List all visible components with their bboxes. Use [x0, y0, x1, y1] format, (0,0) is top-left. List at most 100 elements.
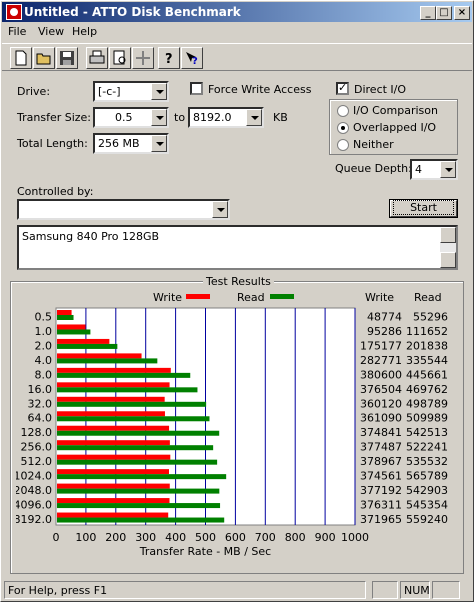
category-label: 512.0	[21, 455, 53, 468]
kb-label: KB	[273, 111, 288, 124]
write-bar	[57, 498, 170, 504]
close-button[interactable]: ×	[454, 6, 470, 20]
write-value: 48774	[367, 310, 402, 323]
write-value: 95286	[367, 325, 402, 338]
write-bar	[57, 425, 170, 431]
to-label: to	[174, 111, 186, 124]
category-label: 4.0	[35, 354, 53, 367]
status-num: NUM	[400, 581, 430, 599]
write-bar	[57, 469, 169, 475]
read-bar	[57, 358, 158, 364]
chevron-down-icon[interactable]	[246, 109, 262, 126]
category-label: 32.0	[28, 397, 53, 410]
write-value: 360120	[360, 397, 402, 410]
menu-help[interactable]: Help	[72, 25, 97, 38]
queue-depth-select[interactable]: 4	[410, 159, 458, 180]
print-icon[interactable]	[86, 47, 108, 69]
new-file-icon[interactable]	[10, 47, 32, 69]
open-folder-icon[interactable]	[33, 47, 55, 69]
legend-write-swatch	[186, 294, 210, 299]
write-value: 377192	[360, 484, 402, 497]
start-button-label: Start	[393, 200, 454, 215]
read-value: 509989	[406, 412, 448, 425]
category-label: 0.5	[35, 310, 53, 323]
minimize-button[interactable]: _	[420, 6, 436, 20]
status-panel-caps	[372, 581, 398, 599]
scroll-down-icon[interactable]	[440, 252, 456, 268]
write-value: 374841	[360, 426, 402, 439]
read-bar	[57, 343, 118, 349]
controlled-by-select[interactable]	[17, 199, 230, 220]
chevron-down-icon[interactable]	[151, 109, 167, 126]
print-preview-icon[interactable]	[109, 47, 131, 69]
read-bar	[57, 372, 191, 378]
chevron-down-icon[interactable]	[212, 201, 228, 218]
chevron-down-icon[interactable]	[151, 135, 167, 152]
transfer-to-value: 8192.0	[193, 111, 232, 124]
transfer-from-value: 0.5	[115, 111, 133, 124]
read-value: 522241	[406, 441, 448, 454]
description-scrollbar[interactable]	[440, 227, 456, 268]
save-icon[interactable]	[56, 47, 78, 69]
x-tick-label: 300	[135, 531, 156, 544]
transfer-from-select[interactable]: 0.5	[93, 107, 169, 128]
maximize-button[interactable]: □	[436, 6, 452, 20]
read-bar	[57, 488, 220, 494]
drive-select[interactable]: [-c-]	[93, 81, 169, 102]
neither-radio[interactable]	[337, 139, 349, 151]
io-comparison-radio[interactable]	[337, 105, 349, 117]
read-value: 535532	[406, 455, 448, 468]
x-tick-label: 600	[225, 531, 246, 544]
read-value: 565789	[406, 470, 448, 483]
description-textarea[interactable]: Samsung 840 Pro 128GB	[17, 225, 458, 270]
move-icon[interactable]	[132, 47, 154, 69]
context-help-icon[interactable]: ?	[181, 47, 203, 69]
force-write-checkbox[interactable]	[190, 82, 203, 95]
transfer-to-select[interactable]: 8192.0	[188, 107, 264, 128]
read-bar	[57, 517, 225, 523]
overlapped-io-label: Overlapped I/O	[353, 121, 437, 134]
category-label: 8.0	[35, 368, 53, 381]
read-value: 335544	[406, 354, 448, 367]
legend-write-label: Write	[153, 291, 182, 304]
x-tick-label: 100	[75, 531, 96, 544]
title-bar[interactable]: Untitled - ATTO Disk Benchmark _ □ ×	[2, 2, 472, 22]
total-length-label: Total Length:	[17, 137, 88, 150]
help-icon[interactable]: ?	[158, 47, 180, 69]
total-length-select[interactable]: 256 MB	[93, 133, 169, 154]
menu-file[interactable]: File	[8, 25, 26, 38]
scroll-up-icon[interactable]	[440, 227, 456, 243]
description-text: Samsung 840 Pro 128GB	[22, 230, 160, 243]
results-chart: Write Read Write Read 0 100 200 300 400 500 600 700…	[16, 291, 448, 558]
read-value: 559240	[406, 513, 448, 526]
x-tick-label: 700	[255, 531, 276, 544]
read-bar	[57, 459, 218, 465]
svg-text:?: ?	[165, 52, 173, 66]
write-bar	[57, 324, 86, 330]
write-value: 376311	[360, 499, 402, 512]
queue-depth-label: Queue Depth:	[335, 162, 412, 175]
direct-io-label: Direct I/O	[354, 83, 407, 96]
write-bar	[57, 411, 165, 417]
chevron-down-icon[interactable]	[440, 161, 456, 178]
write-bar	[57, 512, 169, 518]
write-value: 378967	[360, 455, 402, 468]
read-bar	[57, 416, 210, 422]
overlapped-io-radio[interactable]	[337, 122, 349, 134]
drive-label: Drive:	[17, 85, 51, 98]
drive-value: [-c-]	[98, 85, 121, 98]
read-bar	[57, 445, 214, 451]
direct-io-checkbox[interactable]	[336, 81, 349, 95]
read-value: 55296	[413, 310, 448, 323]
status-panel-scroll	[432, 581, 460, 599]
chevron-down-icon[interactable]	[151, 83, 167, 100]
start-button[interactable]: Start	[389, 199, 458, 218]
write-bar	[57, 338, 110, 344]
menu-view[interactable]: View	[38, 25, 64, 38]
read-value: 201838	[406, 339, 448, 352]
write-bar	[57, 367, 171, 373]
force-write-label: Force Write Access	[208, 83, 312, 96]
write-value: 361090	[360, 412, 402, 425]
read-bar	[57, 430, 220, 436]
neither-label: Neither	[353, 138, 394, 151]
